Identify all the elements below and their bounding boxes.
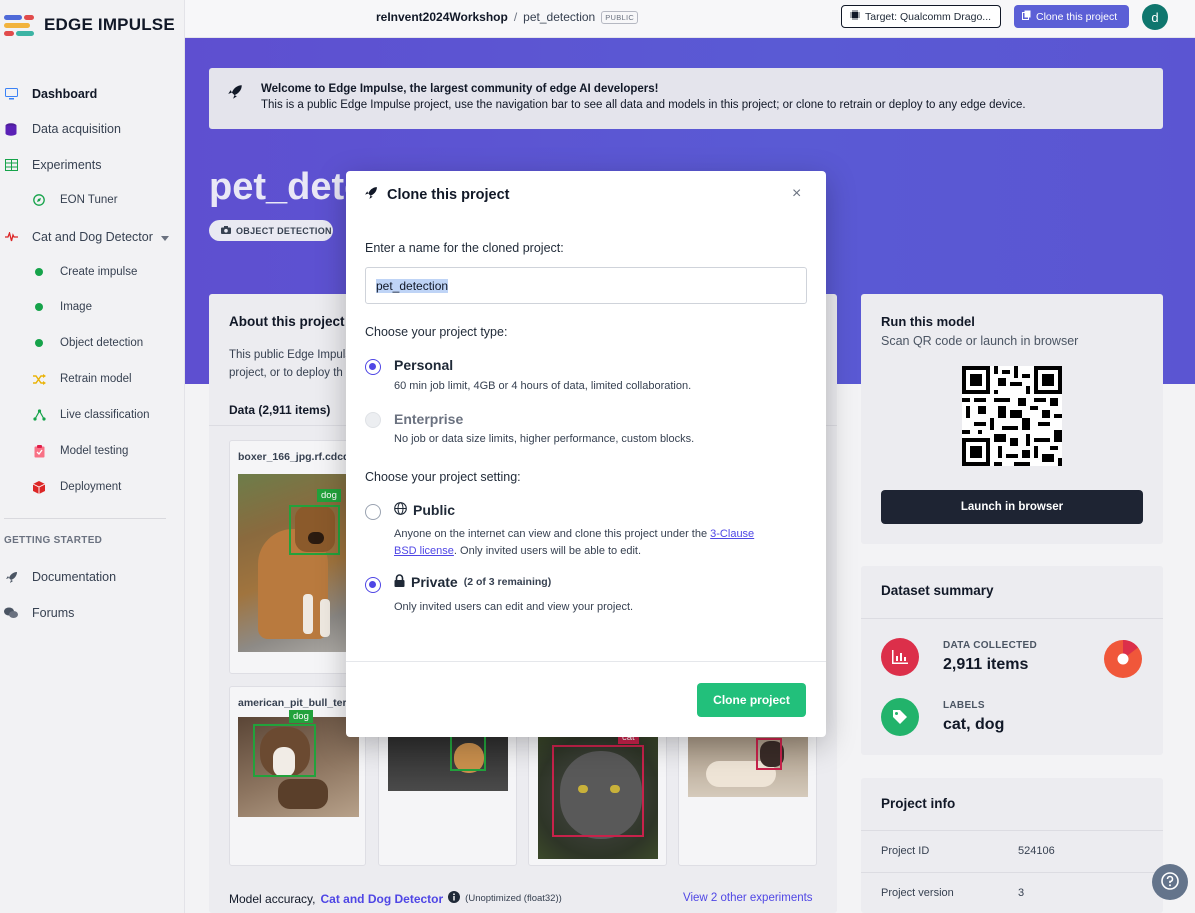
project-name-input[interactable]: pet_detection bbox=[365, 267, 807, 304]
private-option-title[interactable]: Private (2 of 3 remaining) bbox=[394, 574, 551, 590]
dialog-title: Clone this project bbox=[387, 187, 510, 203]
private-title: Private bbox=[411, 574, 458, 590]
public-title: Public bbox=[413, 502, 456, 518]
personal-option-desc: 60 min job limit, 4GB or 4 hours of data… bbox=[394, 380, 692, 392]
private-radio[interactable] bbox=[365, 577, 381, 593]
lock-icon bbox=[394, 574, 405, 590]
rocket-icon bbox=[364, 186, 378, 204]
project-name-value: pet_detection bbox=[376, 278, 449, 293]
public-desc-text-2: . Only invited users will be able to edi… bbox=[453, 545, 642, 557]
clone-project-button[interactable]: Clone project bbox=[697, 683, 806, 717]
public-option-desc: Anyone on the internet can view and clon… bbox=[394, 526, 764, 560]
enterprise-radio bbox=[365, 412, 381, 428]
name-field-label: Enter a name for the cloned project: bbox=[365, 241, 564, 255]
private-remaining: (2 of 3 remaining) bbox=[463, 576, 552, 588]
personal-radio[interactable] bbox=[365, 359, 381, 375]
enterprise-option-title: Enterprise bbox=[394, 411, 464, 427]
personal-option-title[interactable]: Personal bbox=[394, 357, 453, 373]
public-desc-text: Anyone on the internet can view and clon… bbox=[394, 528, 708, 540]
dialog-header: Clone this project bbox=[364, 186, 509, 204]
private-option-desc: Only invited users can edit and view you… bbox=[394, 601, 634, 613]
project-setting-label: Choose your project setting: bbox=[365, 470, 521, 484]
project-type-label: Choose your project type: bbox=[365, 325, 508, 339]
clone-project-dialog: Clone this project × Enter a name for th… bbox=[346, 171, 826, 737]
public-radio[interactable] bbox=[365, 504, 381, 520]
public-option-title[interactable]: Public bbox=[394, 502, 455, 518]
dialog-footer-divider bbox=[346, 661, 826, 662]
close-icon[interactable]: × bbox=[792, 185, 801, 203]
enterprise-option-desc: No job or data size limits, higher perfo… bbox=[394, 433, 695, 445]
globe-icon bbox=[394, 502, 407, 518]
